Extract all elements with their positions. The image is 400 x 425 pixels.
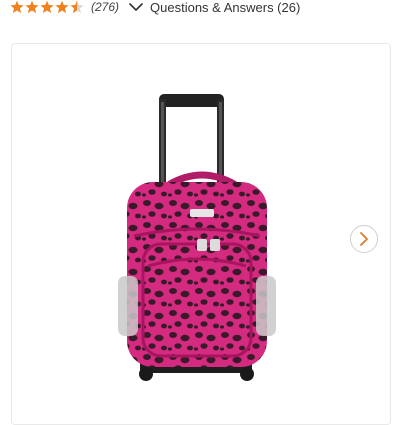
review-count-link[interactable]: (276) — [91, 0, 119, 14]
chevron-down-icon[interactable] — [129, 2, 143, 12]
chevron-right-icon — [360, 232, 368, 246]
product-image-panel — [11, 43, 391, 425]
questions-answers-link[interactable]: Questions & Answers (26) — [150, 0, 300, 15]
star-icon — [55, 0, 69, 14]
star-icon — [40, 0, 54, 14]
half-star-icon — [70, 0, 84, 14]
product-image[interactable] — [12, 44, 390, 400]
star-icon — [10, 0, 24, 14]
star-icon — [25, 0, 39, 14]
next-image-button[interactable] — [350, 225, 378, 253]
star-rating[interactable] — [10, 0, 85, 14]
rating-row: (276) Questions & Answers (26) — [10, 0, 300, 15]
